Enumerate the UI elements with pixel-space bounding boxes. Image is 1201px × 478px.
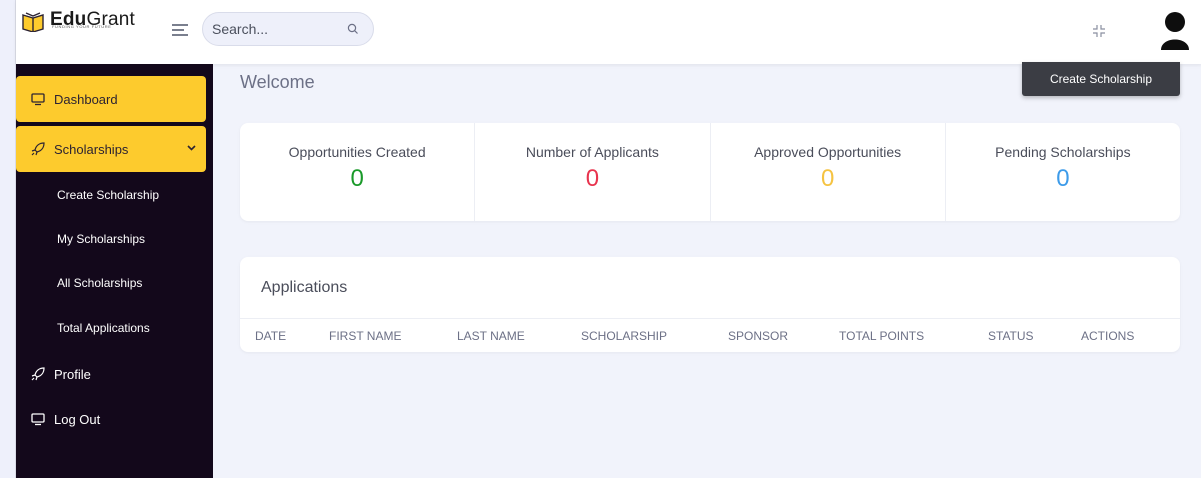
app-frame: EduGrant FUNDING YOUR FUTURE Dashboard [15,0,1201,478]
column-header-last-name[interactable]: LAST NAME [457,329,525,343]
column-header-sponsor[interactable]: SPONSOR [728,329,788,343]
stat-label: Opportunities Created [288,144,426,160]
sidebar-subitem-all-scholarships[interactable]: All Scholarships [57,276,142,290]
chevron-down-icon [187,145,196,151]
stat-label: Number of Applicants [525,144,659,160]
book-logo-icon [22,12,44,32]
applications-title: Applications [261,279,348,296]
stat-label: Approved Opportunities [754,144,902,160]
stat-pending-scholarships: Pending Scholarships 0 [946,123,1180,221]
top-header: EduGrant FUNDING YOUR FUTURE [16,0,1201,64]
sidebar-subitem-total-applications[interactable]: Total Applications [57,321,150,335]
column-header-date[interactable]: DATE [255,329,286,343]
sidebar-item-label: Scholarships [54,141,129,157]
page-title: Welcome [240,72,315,92]
stat-approved-opportunities: Approved Opportunities 0 [711,123,946,221]
sidebar-item-profile[interactable]: Profile [16,351,206,397]
rocket-icon [31,142,45,156]
create-scholarship-button[interactable]: Create Scholarship [1022,62,1180,96]
stat-label: Pending Scholarships [995,144,1131,160]
exit-fullscreen-icon[interactable] [1092,24,1106,38]
search-box [202,12,374,46]
sidebar-item-label: Log Out [54,411,101,427]
sidebar-item-logout[interactable]: Log Out [16,396,206,442]
stat-value: 0 [1056,165,1070,192]
monitor-icon [31,93,45,106]
search-icon[interactable] [347,23,359,35]
column-header-scholarship[interactable]: SCHOLARSHIP [581,329,667,343]
stat-value: 0 [350,165,364,192]
column-header-actions[interactable]: ACTIONS [1081,329,1134,343]
brand-tagline: FUNDING YOUR FUTURE [52,24,112,29]
sidebar-item-label: Profile [54,366,91,382]
stats-card: Opportunities Created 0 Number of Applic… [240,123,1180,221]
divider [240,318,1180,319]
monitor-icon [31,413,45,426]
column-header-status[interactable]: STATUS [988,329,1034,343]
applications-card: Applications DATE FIRST NAME LAST NAME S… [240,257,1180,352]
menu-toggle-icon[interactable] [172,24,188,38]
sidebar-item-label: Dashboard [54,91,118,107]
column-header-total-points[interactable]: TOTAL POINTS [839,329,924,343]
stat-opportunities-created: Opportunities Created 0 [240,123,476,221]
sidebar: Dashboard Scholarships Create Scholarshi… [16,64,213,478]
rocket-icon [31,367,45,381]
stat-value: 0 [585,165,600,192]
user-avatar-icon[interactable] [1159,10,1191,50]
search-input[interactable] [212,21,332,37]
stat-value: 0 [820,165,835,192]
sidebar-item-dashboard[interactable]: Dashboard [16,76,206,122]
column-header-first-name[interactable]: FIRST NAME [329,329,401,343]
sidebar-subitem-my-scholarships[interactable]: My Scholarships [57,232,145,246]
sidebar-item-scholarships[interactable]: Scholarships [16,126,206,172]
sidebar-subitem-create-scholarship[interactable]: Create Scholarship [57,188,159,202]
stat-number-of-applicants: Number of Applicants 0 [475,123,711,221]
